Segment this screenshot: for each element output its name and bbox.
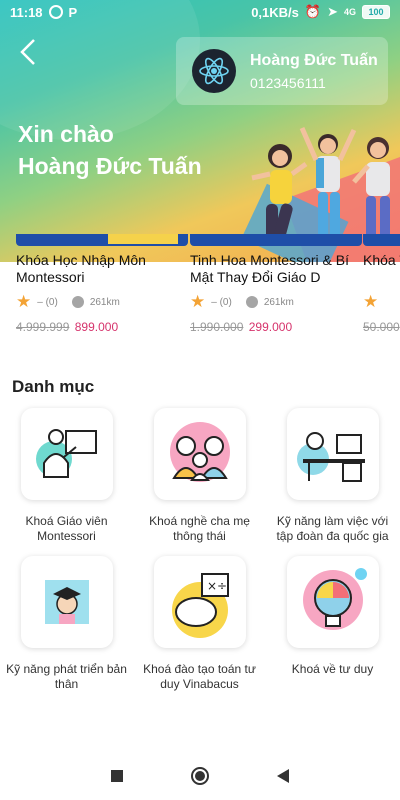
course-price: 50.000 bbox=[363, 320, 400, 334]
category-item[interactable]: Kỹ năng phát triển bản thân bbox=[0, 556, 133, 692]
recent-apps-button[interactable] bbox=[111, 770, 123, 782]
course-title: Khóa Học Nhập Môn Montessori bbox=[16, 252, 146, 285]
course-thumbnail bbox=[363, 234, 400, 246]
family-icon bbox=[169, 422, 230, 482]
category-item[interactable]: Kỹ năng làm việc với tập đoàn đa quốc gi… bbox=[266, 408, 399, 544]
category-icon-box bbox=[20, 556, 113, 648]
graduate-icon bbox=[44, 580, 89, 624]
profile-card[interactable]: Hoàng Đức Tuấn 0123456111 bbox=[176, 37, 388, 105]
old-price: 1.990.000 bbox=[190, 320, 244, 334]
notification-icon bbox=[48, 5, 63, 19]
star-icon: ★ bbox=[363, 292, 379, 311]
course-carousel[interactable]: Khóa Học Nhập Môn Montessori ★ – (0) 261… bbox=[0, 234, 400, 344]
greeting-line2: Hoàng Đức Tuấn bbox=[18, 153, 202, 179]
course-distance: 261km bbox=[263, 296, 294, 308]
greeting-line1: Xin chào bbox=[18, 121, 114, 147]
signal-icon: 4G bbox=[343, 7, 356, 17]
category-label: Khoá về tư duy bbox=[291, 662, 374, 676]
profile-name: Hoàng Đức Tuấn bbox=[250, 51, 378, 69]
old-price: 4.999.999 bbox=[16, 320, 70, 334]
battery-icon: 100 bbox=[362, 5, 390, 19]
category-label: Khoá nghề cha mẹ thông thái bbox=[149, 514, 250, 543]
back-button[interactable] bbox=[14, 36, 42, 68]
new-price: 299.000 bbox=[248, 320, 293, 334]
chevron-left-icon bbox=[20, 39, 35, 65]
office-desk-icon bbox=[296, 432, 365, 482]
app-badge-icon: P bbox=[68, 4, 78, 20]
course-rating: – (0) bbox=[211, 296, 232, 308]
course-meta: ★ – (0) 261km bbox=[190, 292, 362, 312]
new-price: 899.000 bbox=[74, 320, 119, 334]
category-icon-box bbox=[153, 408, 246, 500]
lightbulb-icon bbox=[302, 568, 367, 630]
category-label: Kỹ năng phát triển bản thân bbox=[6, 662, 127, 691]
course-card[interactable]: Khóa Học Nhập Môn Montessori ★ – (0) 261… bbox=[16, 234, 188, 334]
course-price: 4.999.999 899.000 bbox=[16, 320, 188, 334]
course-card[interactable]: Khóa Thấu ★ 50.000 bbox=[363, 234, 400, 334]
distance-icon bbox=[71, 296, 84, 308]
course-title: Khóa Thấu bbox=[363, 252, 400, 268]
greeting: Xin chào Hoàng Đức Tuấn bbox=[18, 118, 202, 182]
atom-icon bbox=[199, 57, 229, 85]
star-icon: ★ bbox=[16, 292, 32, 311]
alarm-icon: ⏰ bbox=[304, 4, 322, 19]
star-icon: ★ bbox=[190, 292, 206, 311]
category-item[interactable]: Khoá nghề cha mẹ thông thái bbox=[133, 408, 266, 544]
category-icon-box bbox=[286, 556, 379, 648]
category-label: Khoá Giáo viên Montessori bbox=[25, 514, 108, 543]
categories-title: Danh mục bbox=[12, 377, 95, 396]
category-label: Kỹ năng làm việc với tập đoàn đa quốc gi… bbox=[276, 514, 389, 543]
system-back-button[interactable] bbox=[277, 769, 289, 783]
status-bar: 11:18 P 0,1KB/s ⏰ ➤ 4G 100 bbox=[0, 0, 400, 24]
category-item[interactable]: Khoá Giáo viên Montessori bbox=[0, 408, 133, 544]
course-card[interactable]: Tinh Hoa Montessori & Bí Mật Thay Đổi Gi… bbox=[190, 234, 362, 334]
distance-icon bbox=[245, 296, 258, 308]
home-button[interactable] bbox=[191, 767, 209, 785]
svg-text:×÷: ×÷ bbox=[207, 579, 227, 593]
system-nav-bar bbox=[0, 752, 400, 800]
category-icon-box bbox=[286, 408, 379, 500]
status-time: 11:18 bbox=[10, 4, 43, 20]
category-icon-box bbox=[20, 408, 113, 500]
header-banner: 11:18 P 0,1KB/s ⏰ ➤ 4G 100 Hoàng Đức Tuấ bbox=[0, 0, 400, 262]
course-distance: 261km bbox=[89, 296, 120, 308]
network-speed: 0,1KB/s bbox=[251, 4, 299, 20]
course-rating: – (0) bbox=[37, 296, 58, 308]
course-meta: ★ – (0) 261km bbox=[16, 292, 188, 312]
old-price: 50.000 bbox=[363, 320, 400, 334]
teacher-board-icon bbox=[35, 429, 97, 478]
category-label: Khoá đào tạo toán tư duy Vinabacus bbox=[143, 662, 256, 691]
course-meta: ★ bbox=[363, 292, 400, 312]
category-icon-box: ×÷ bbox=[153, 556, 246, 648]
avatar bbox=[192, 49, 236, 93]
course-thumbnail bbox=[16, 234, 188, 246]
course-price: 1.990.000 299.000 bbox=[190, 320, 362, 334]
profile-phone: 0123456111 bbox=[250, 74, 326, 91]
brain-math-icon: ×÷ bbox=[171, 573, 229, 638]
location-icon: ➤ bbox=[327, 4, 338, 19]
course-title: Tinh Hoa Montessori & Bí Mật Thay Đổi Gi… bbox=[190, 252, 349, 285]
course-thumbnail bbox=[190, 234, 362, 246]
category-item[interactable]: Khoá về tư duy bbox=[266, 556, 399, 677]
category-item[interactable]: ×÷ Khoá đào tạo toán tư duy Vinabacus bbox=[133, 556, 266, 692]
